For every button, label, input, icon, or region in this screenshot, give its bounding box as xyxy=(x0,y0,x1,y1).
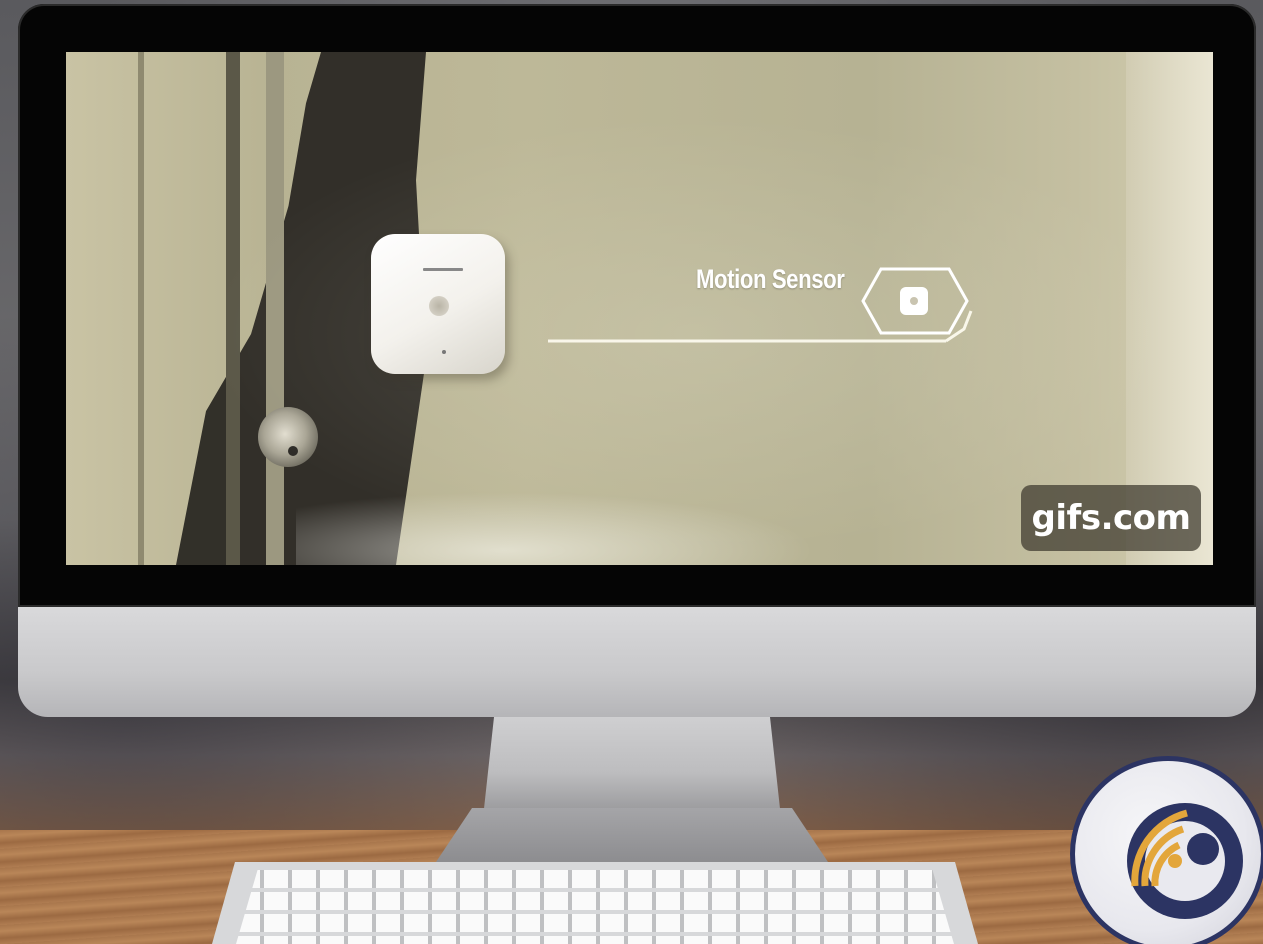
keyboard-keys xyxy=(236,870,954,944)
sensor-indicator-dot xyxy=(442,350,446,354)
monitor-chin xyxy=(18,607,1256,717)
gifs-watermark: gifs.com xyxy=(1021,485,1201,551)
motion-sensor-device xyxy=(371,234,505,374)
sensor-lens xyxy=(429,296,449,316)
wireless-signal-logo xyxy=(1070,756,1263,944)
sensor-brand-mark xyxy=(423,268,463,271)
wireless-logo-icon xyxy=(1127,803,1243,919)
callout-label: Motion Sensor xyxy=(696,264,845,294)
monitor-screen: Motion Sensor gifs.com xyxy=(66,52,1213,565)
hexagon-inner-lens xyxy=(910,297,918,305)
monitor-stand-base xyxy=(432,808,832,868)
